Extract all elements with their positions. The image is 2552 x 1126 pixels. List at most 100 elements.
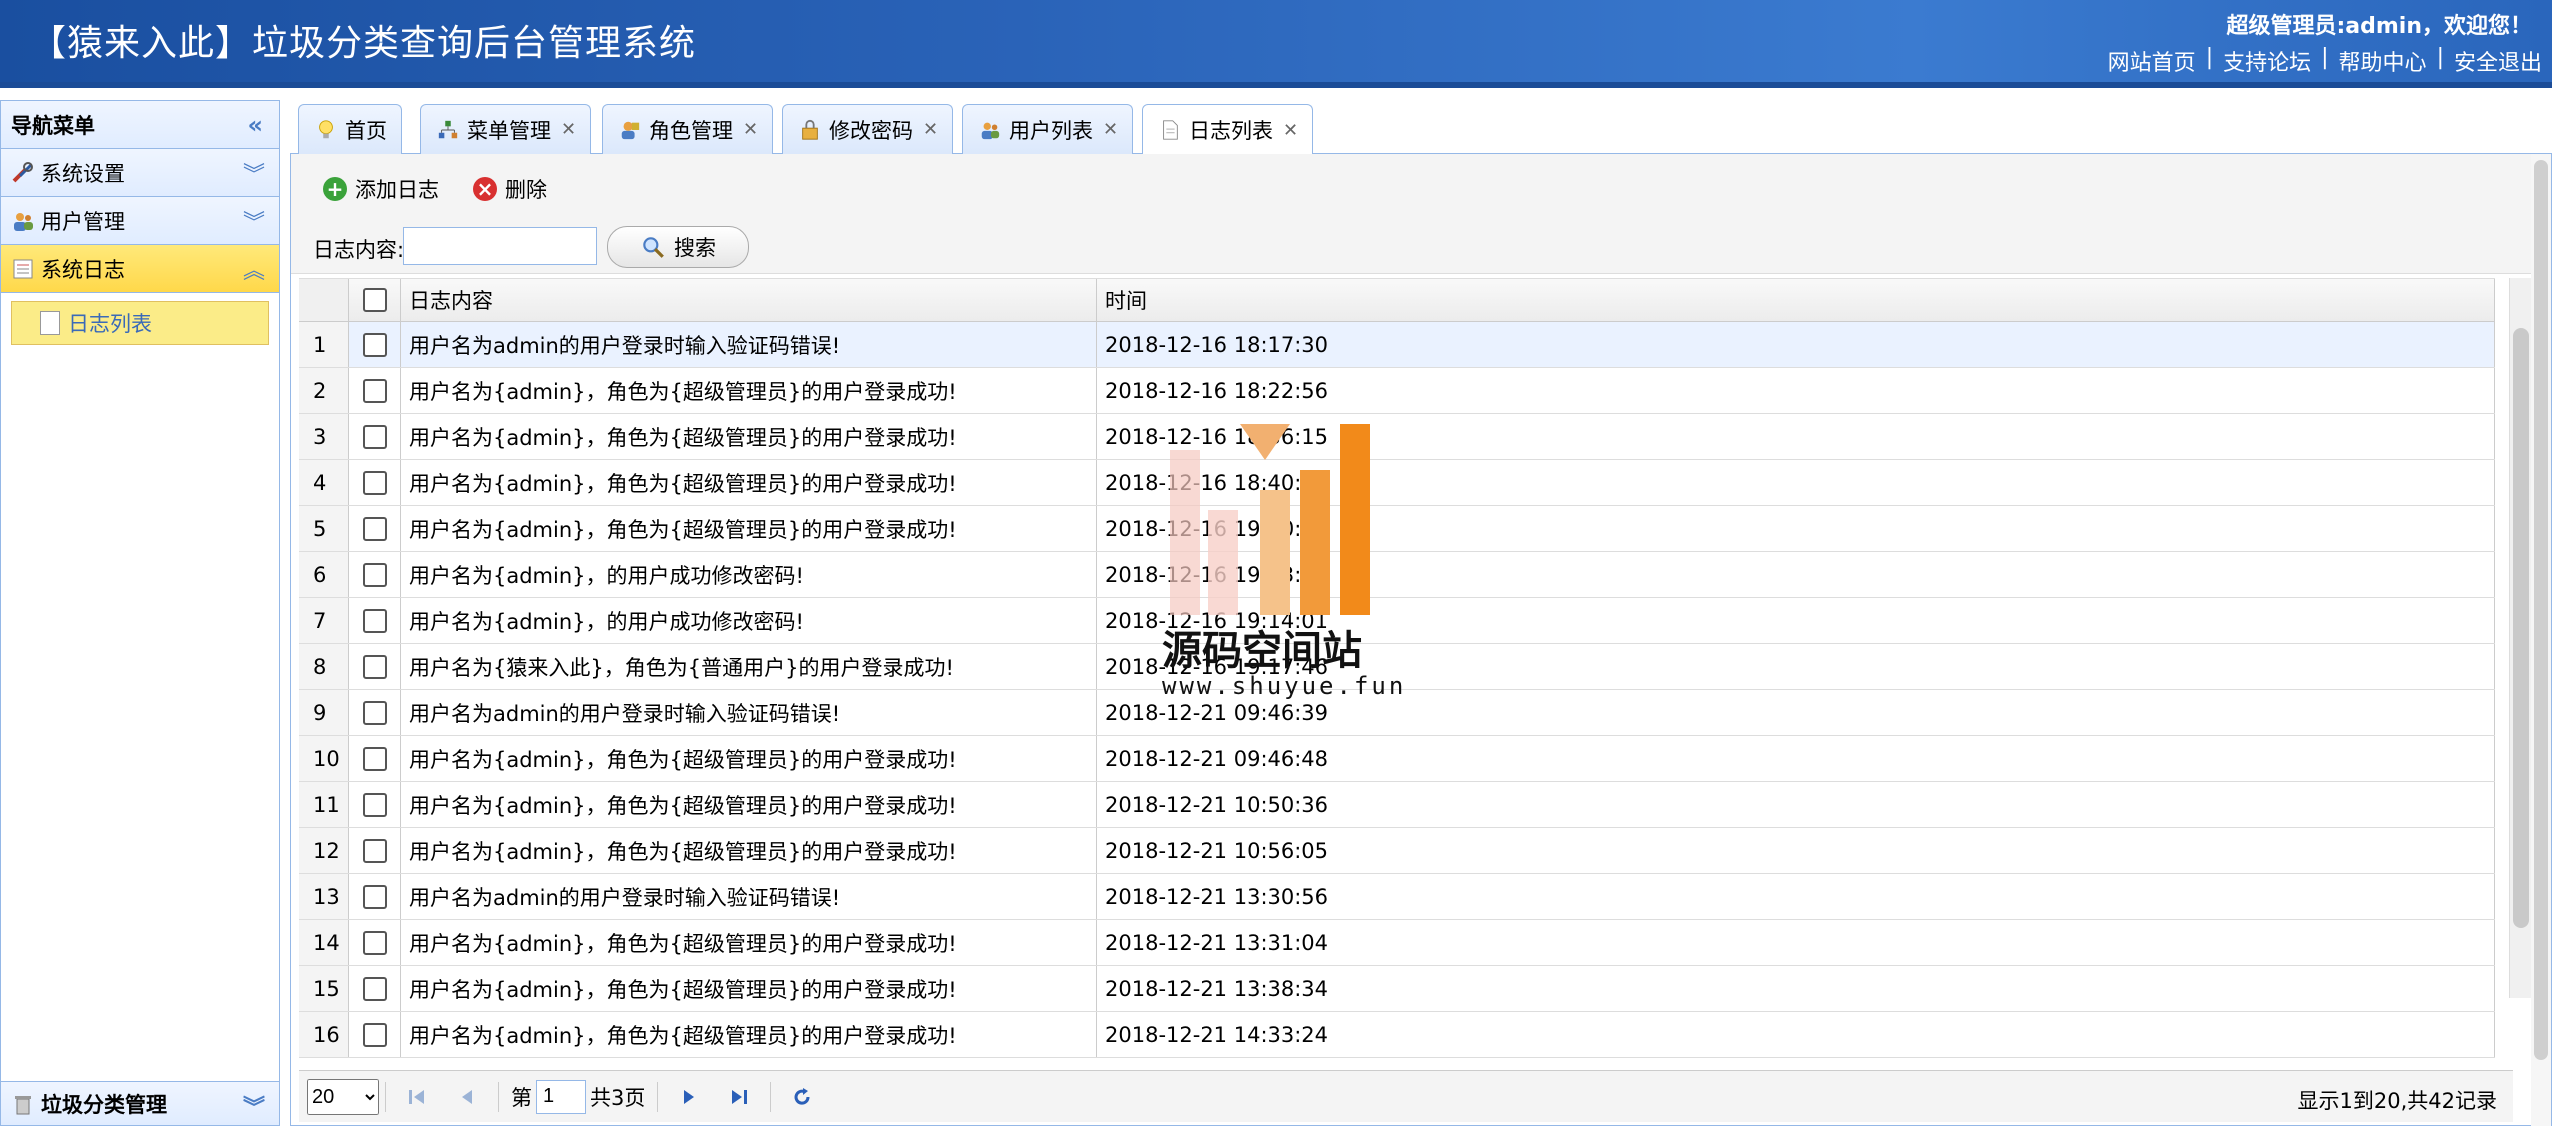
tab-change-password[interactable]: 修改密码 ✕: [782, 104, 954, 154]
page-number-input[interactable]: [536, 1079, 586, 1114]
table-row[interactable]: 1 用户名为admin的用户登录时输入验证码错误! 2018-12-16 18:17…: [299, 322, 2495, 368]
trash-icon: [15, 1095, 31, 1114]
delete-button[interactable]: × 删除: [473, 174, 547, 204]
row-number: 11: [299, 782, 349, 827]
tab-strip: 首页 菜单管理 ✕ 角色管理 ✕ 修改密码 ✕ 用户列表 ✕ 日志列表 ✕: [290, 100, 2552, 155]
link-logout[interactable]: 安全退出: [2454, 45, 2542, 77]
row-checkbox[interactable]: [362, 884, 387, 909]
refresh-icon[interactable]: [789, 1084, 815, 1110]
log-content-cell: 用户名为{admin}，角色为{超级管理员}的用户登录成功!: [401, 414, 1097, 459]
tab-menu-management[interactable]: 菜单管理 ✕: [420, 104, 592, 154]
tab-content: + 添加日志 × 删除 日志内容: 搜索 日志内容 时间 1 用户名为admin的…: [290, 154, 2552, 1126]
row-checkbox[interactable]: [362, 424, 387, 449]
link-help[interactable]: 帮助中心: [2339, 45, 2427, 77]
log-content-cell: 用户名为{admin}，角色为{超级管理员}的用户登录成功!: [401, 736, 1097, 781]
chevron-up-icon[interactable]: ︽: [243, 253, 265, 285]
sidebar-panel-garbage-management[interactable]: 垃圾分类管理 ︾: [1, 1081, 279, 1125]
row-checkbox[interactable]: [362, 792, 387, 817]
chevron-down-icon[interactable]: ︾: [243, 205, 265, 237]
log-content-cell: 用户名为{admin}，角色为{超级管理员}的用户登录成功!: [401, 920, 1097, 965]
close-icon[interactable]: ✕: [1103, 119, 1118, 140]
table-row[interactable]: 12 用户名为{admin}，角色为{超级管理员}的用户登录成功! 2018-12-…: [299, 828, 2495, 874]
table-row[interactable]: 13 用户名为admin的用户登录时输入验证码错误! 2018-12-21 13:3…: [299, 874, 2495, 920]
row-checkbox[interactable]: [362, 562, 387, 587]
page-scroll-thumb[interactable]: [2534, 160, 2548, 1060]
row-checkbox[interactable]: [362, 608, 387, 633]
row-checkbox[interactable]: [362, 378, 387, 403]
header-log-content[interactable]: 日志内容: [401, 279, 1097, 321]
tab-user-list[interactable]: 用户列表 ✕: [962, 104, 1134, 154]
tab-role-management[interactable]: 角色管理 ✕: [602, 104, 774, 154]
app-header: 【猿来入此】垃圾分类查询后台管理系统 超级管理员:admin，欢迎您！ 网站首页…: [0, 0, 2552, 88]
page-size-select[interactable]: 20: [307, 1078, 379, 1115]
prev-page-icon[interactable]: [454, 1084, 480, 1110]
row-number: 10: [299, 736, 349, 781]
table-row[interactable]: 2 用户名为{admin}，角色为{超级管理员}的用户登录成功! 2018-12-1…: [299, 368, 2495, 414]
table-row[interactable]: 11 用户名为{admin}，角色为{超级管理员}的用户登录成功! 2018-12-…: [299, 782, 2495, 828]
next-page-icon[interactable]: [676, 1084, 702, 1110]
link-forum[interactable]: 支持论坛: [2223, 45, 2311, 77]
row-number: 4: [299, 460, 349, 505]
log-content-cell: 用户名为{admin}，角色为{超级管理员}的用户登录成功!: [401, 506, 1097, 551]
log-content-cell: 用户名为{admin}，的用户成功修改密码!: [401, 598, 1097, 643]
log-time-cell: 2018-12-16 18:17:30: [1097, 322, 2495, 367]
add-icon: +: [323, 177, 347, 201]
row-checkbox[interactable]: [362, 654, 387, 679]
row-checkbox[interactable]: [362, 838, 387, 863]
page-scrollbar[interactable]: [2531, 154, 2551, 1126]
table-row[interactable]: 10 用户名为{admin}，角色为{超级管理员}的用户登录成功! 2018-12-…: [299, 736, 2495, 782]
log-content-cell: 用户名为{admin}，角色为{超级管理员}的用户登录成功!: [401, 828, 1097, 873]
close-icon[interactable]: ✕: [743, 119, 758, 140]
row-number: 15: [299, 966, 349, 1011]
link-home[interactable]: 网站首页: [2108, 45, 2196, 77]
watermark-title: 源码空间站: [1162, 628, 1362, 674]
chevron-down-icon[interactable]: ︾: [243, 157, 265, 189]
row-checkbox[interactable]: [362, 746, 387, 771]
sidebar-panel-system-log[interactable]: 系统日志 ︽: [1, 245, 279, 293]
table-scrollbar[interactable]: [2509, 278, 2531, 998]
row-number: 13: [299, 874, 349, 919]
search-input[interactable]: [403, 227, 597, 265]
pagination-info: 显示1到20,共42记录: [2297, 1089, 2497, 1113]
close-icon[interactable]: ✕: [923, 119, 938, 140]
row-number: 16: [299, 1012, 349, 1057]
search-label: 日志内容:: [313, 238, 405, 262]
row-checkbox[interactable]: [362, 470, 387, 495]
row-checkbox[interactable]: [362, 976, 387, 1001]
row-number: 2: [299, 368, 349, 413]
log-time-cell: 2018-12-21 13:30:56: [1097, 874, 2495, 919]
row-checkbox[interactable]: [362, 332, 387, 357]
log-time-cell: 2018-12-21 10:56:05: [1097, 828, 2495, 873]
row-checkbox[interactable]: [362, 1022, 387, 1047]
row-number: 9: [299, 690, 349, 735]
close-icon[interactable]: ✕: [561, 119, 576, 140]
header-time[interactable]: 时间: [1097, 279, 2495, 321]
sidebar-panel-system-settings[interactable]: 系统设置 ︾: [1, 149, 279, 197]
tab-log-list[interactable]: 日志列表 ✕: [1142, 104, 1314, 155]
sidebar-item-log-list[interactable]: 日志列表: [11, 301, 269, 345]
chevron-down-icon[interactable]: ︾: [243, 1090, 265, 1122]
users-icon: [14, 212, 33, 231]
close-icon[interactable]: ✕: [1283, 120, 1298, 141]
table-row[interactable]: 14 用户名为{admin}，角色为{超级管理员}的用户登录成功! 2018-12-…: [299, 920, 2495, 966]
collapse-left-icon[interactable]: «: [247, 111, 263, 139]
select-all-checkbox[interactable]: [362, 288, 387, 312]
tab-home[interactable]: 首页: [298, 104, 402, 154]
row-number: 3: [299, 414, 349, 459]
log-content-cell: 用户名为{猿来入此}，角色为{普通用户}的用户登录成功!: [401, 644, 1097, 689]
sidebar-panel-user-management[interactable]: 用户管理 ︾: [1, 197, 279, 245]
search-button[interactable]: 搜索: [607, 226, 749, 268]
row-checkbox[interactable]: [362, 930, 387, 955]
row-checkbox[interactable]: [362, 516, 387, 541]
table-row[interactable]: 16 用户名为{admin}，角色为{超级管理员}的用户登录成功! 2018-12-…: [299, 1012, 2495, 1058]
first-page-icon[interactable]: [404, 1084, 430, 1110]
document-icon: [1163, 120, 1178, 140]
row-checkbox[interactable]: [362, 700, 387, 725]
add-log-button[interactable]: + 添加日志: [323, 174, 439, 204]
watermark-url: www.shuyue.fun: [1162, 672, 1407, 700]
last-page-icon[interactable]: [726, 1084, 752, 1110]
table-scroll-thumb[interactable]: [2513, 328, 2529, 928]
log-content-cell: 用户名为{admin}，角色为{超级管理员}的用户登录成功!: [401, 460, 1097, 505]
top-links: 网站首页 | 支持论坛 | 帮助中心 | 安全退出: [2107, 45, 2542, 77]
table-row[interactable]: 15 用户名为{admin}，角色为{超级管理员}的用户登录成功! 2018-12-…: [299, 966, 2495, 1012]
